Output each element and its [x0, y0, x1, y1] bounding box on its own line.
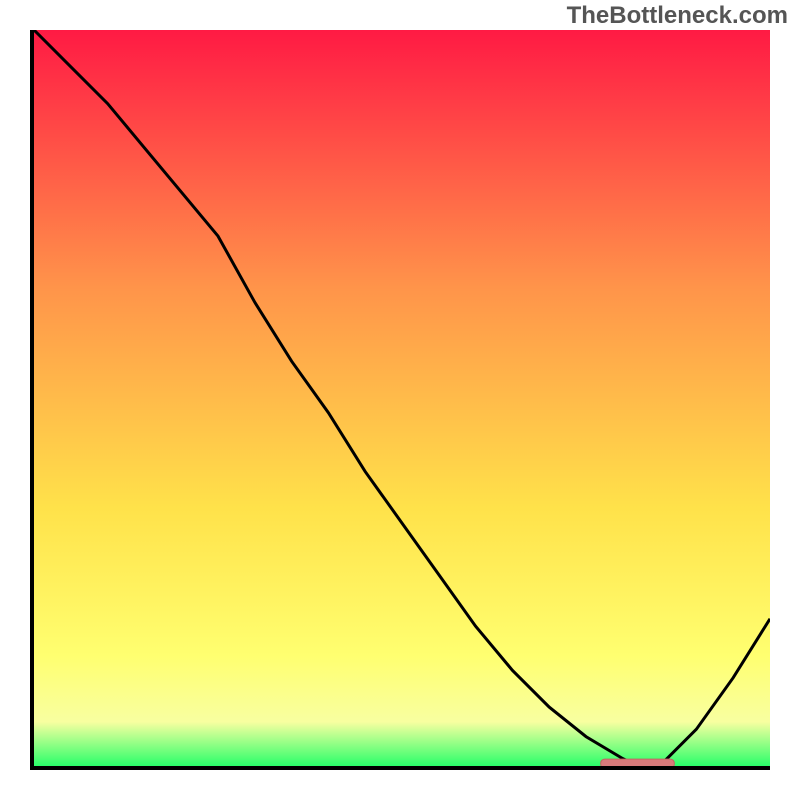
bottleneck-chart	[30, 30, 770, 770]
chart-container: { "watermark": "TheBottleneck.com", "col…	[0, 0, 800, 800]
plot-area	[30, 30, 770, 770]
watermark-text: TheBottleneck.com	[567, 2, 788, 30]
gradient-background	[34, 30, 770, 766]
